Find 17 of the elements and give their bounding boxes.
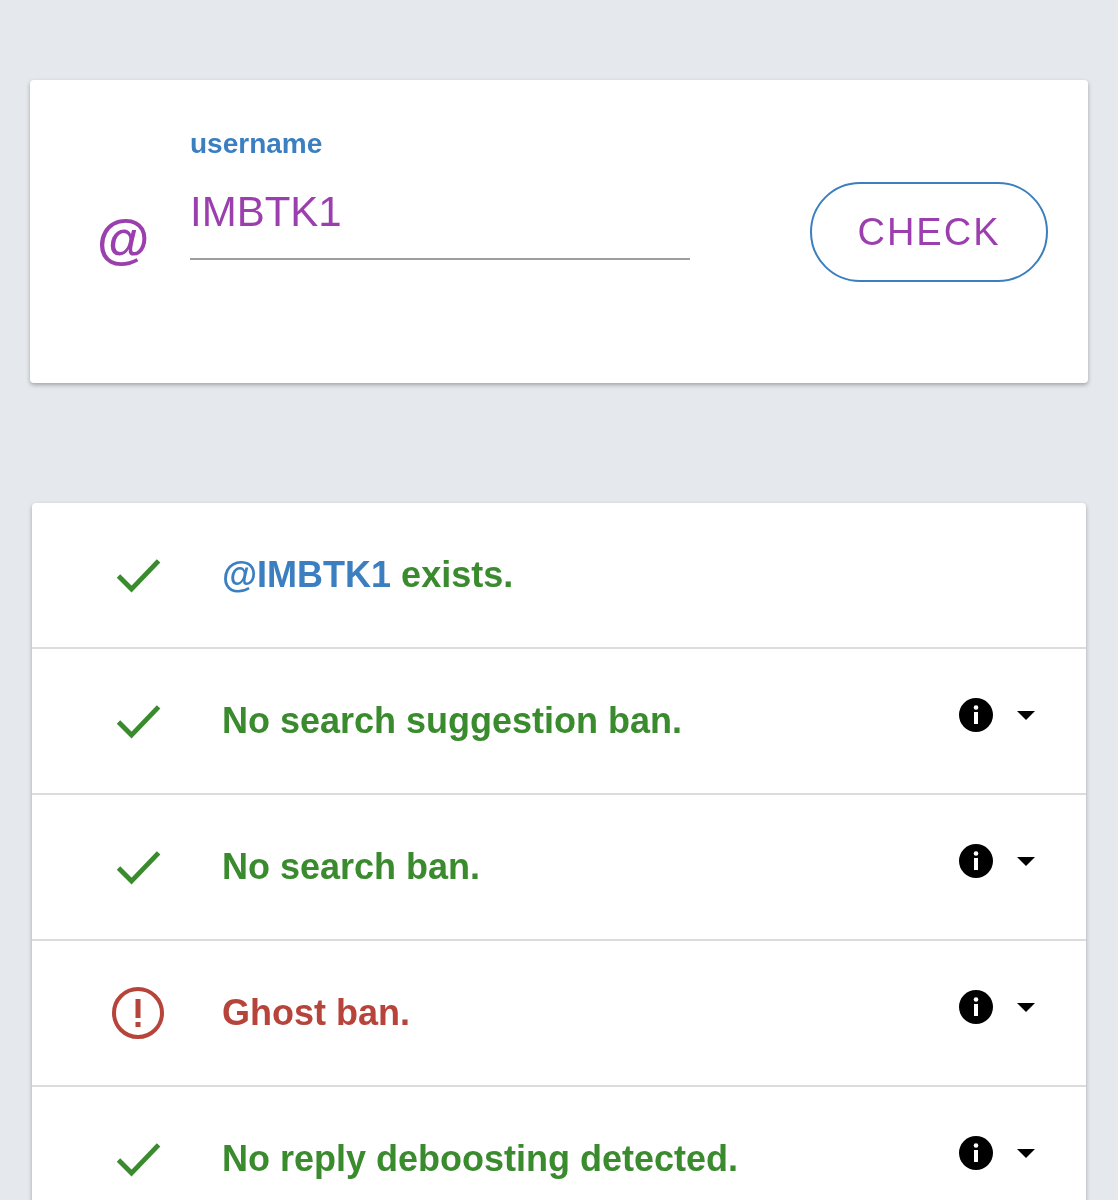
result-text: Ghost ban. (222, 992, 411, 1034)
result-text: @IMBTK1 exists. (222, 554, 515, 596)
result-text: No search ban. (222, 846, 482, 888)
info-icon[interactable] (958, 843, 994, 879)
info-icon[interactable] (958, 1135, 994, 1171)
at-sign: @ (96, 208, 150, 270)
caret-icon[interactable] (1016, 856, 1036, 866)
username-field[interactable]: IMBTK1 (190, 188, 690, 260)
info-icon[interactable] (958, 989, 994, 1025)
caret-icon[interactable] (1016, 1002, 1036, 1012)
check-button[interactable]: CHECK (810, 182, 1048, 282)
caret-icon[interactable] (1016, 710, 1036, 720)
result-text: No search suggestion ban. (222, 700, 684, 742)
info-icon[interactable] (958, 697, 994, 733)
caret-icon[interactable] (1016, 1148, 1036, 1158)
field-label: username (190, 128, 324, 160)
result-text: No reply deboosting detected. (222, 1138, 740, 1180)
